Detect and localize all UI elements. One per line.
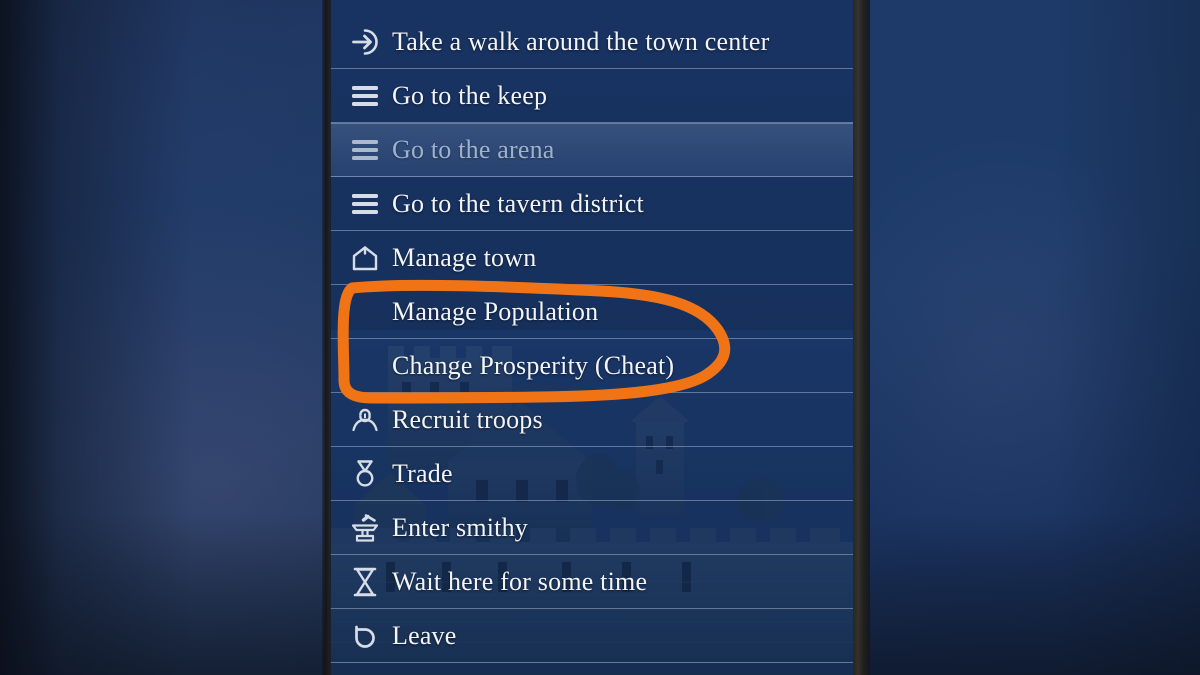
- list-lines-icon: [348, 79, 382, 113]
- menu-item-go-to-the-arena[interactable]: Go to the arena: [330, 123, 853, 177]
- menu-item-label: Go to the arena: [392, 135, 555, 164]
- menu-item-label: Change Prosperity (Cheat): [392, 350, 675, 380]
- menu-item-recruit-troops[interactable]: Recruit troops: [330, 393, 853, 447]
- menu-item-manage-population[interactable]: Manage Population: [330, 285, 853, 339]
- menu-item-label: Go to the keep: [392, 80, 548, 110]
- list-lines-icon: [348, 187, 382, 221]
- menu-item-label: Recruit troops: [392, 404, 543, 434]
- house-icon: [348, 241, 382, 275]
- person-icon: [348, 403, 382, 437]
- menu-item-label: Manage town: [392, 242, 537, 272]
- menu-item-wait-here[interactable]: Wait here for some time: [330, 555, 853, 609]
- hourglass-icon: [348, 565, 382, 599]
- screen: Take a walk around the town center Go to…: [0, 0, 1200, 675]
- back-arrow-icon: [348, 619, 382, 653]
- denar-coin-icon: [348, 457, 382, 491]
- menu-item-go-to-the-keep[interactable]: Go to the keep: [330, 69, 853, 123]
- menu-item-manage-town[interactable]: Manage town: [330, 231, 853, 285]
- menu-item-change-prosperity-cheat[interactable]: Change Prosperity (Cheat): [330, 339, 853, 393]
- anvil-icon: [348, 511, 382, 545]
- menu-item-take-a-walk[interactable]: Take a walk around the town center: [330, 15, 853, 69]
- menu-item-label: Take a walk around the town center: [392, 26, 770, 56]
- menu-item-go-to-the-tavern-district[interactable]: Go to the tavern district: [330, 177, 853, 231]
- menu-item-label: Enter smithy: [392, 512, 528, 542]
- enter-arrow-icon: [348, 25, 382, 59]
- menu-items-list: Take a walk around the town center Go to…: [330, 0, 853, 675]
- town-action-menu: Take a walk around the town center Go to…: [330, 0, 853, 675]
- menu-item-label: Wait here for some time: [392, 566, 648, 596]
- menu-item-trade[interactable]: Trade: [330, 447, 853, 501]
- panel-left-border: [322, 0, 331, 675]
- menu-item-label: Trade: [392, 458, 453, 488]
- menu-item-enter-smithy[interactable]: Enter smithy: [330, 501, 853, 555]
- menu-item-label: Go to the tavern district: [392, 188, 644, 218]
- menu-item-label: Manage Population: [392, 296, 599, 326]
- menu-item-leave[interactable]: Leave: [330, 609, 853, 663]
- menu-item-label: Leave: [392, 620, 457, 650]
- list-lines-icon: [348, 133, 382, 167]
- panel-right-border: [853, 0, 870, 675]
